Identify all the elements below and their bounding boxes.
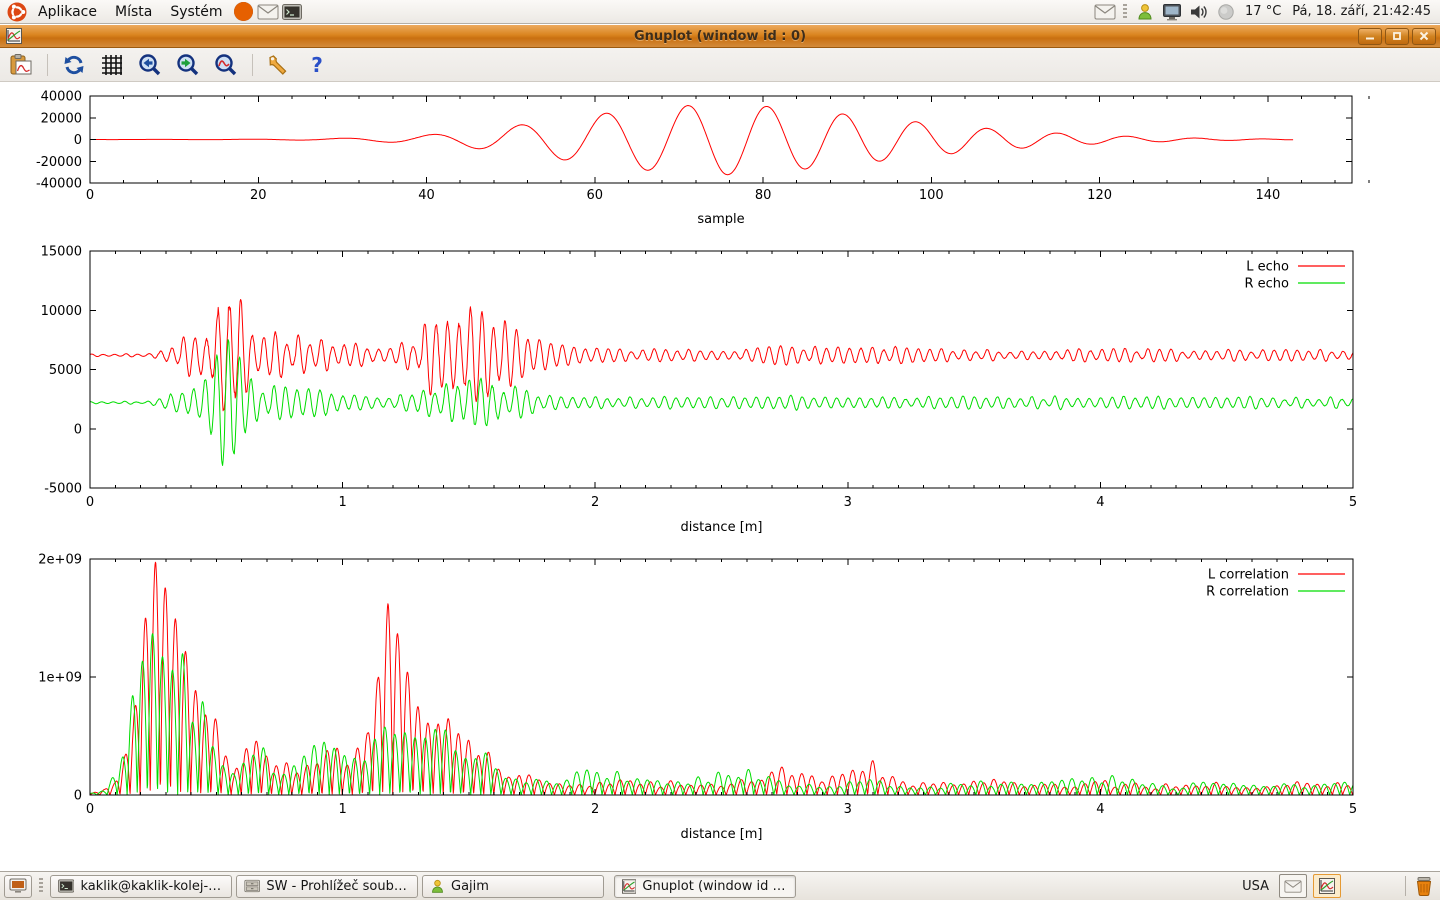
svg-text:40: 40	[418, 188, 435, 203]
menu-applications[interactable]: Aplikace	[29, 3, 106, 21]
display-indicator-icon[interactable]	[1161, 1, 1183, 23]
svg-text:?: ?	[311, 53, 323, 77]
task-terminal[interactable]: kaklik@kaklik-kolej-u...	[50, 875, 232, 898]
svg-text:L correlation: L correlation	[1208, 568, 1289, 583]
svg-text:0: 0	[74, 422, 82, 437]
taskbar: kaklik@kaklik-kolej-u... SW - Prohlížeč …	[0, 871, 1440, 900]
applet-handle[interactable]	[1123, 4, 1127, 20]
svg-text:L echo: L echo	[1246, 260, 1289, 275]
gajim-icon	[430, 879, 445, 894]
task-label: kaklik@kaklik-kolej-u...	[80, 879, 224, 894]
svg-text:10000: 10000	[41, 304, 82, 319]
svg-text:0: 0	[74, 789, 82, 804]
svg-text:0: 0	[86, 188, 94, 203]
tasklist-handle[interactable]	[39, 878, 43, 894]
svg-text:4: 4	[1096, 802, 1104, 817]
svg-text:0: 0	[74, 133, 82, 148]
window-title: Gnuplot (window id : 0)	[0, 29, 1440, 44]
task-gajim[interactable]: Gajim	[422, 875, 604, 898]
svg-text:distance [m]: distance [m]	[680, 827, 762, 842]
weather-indicator-icon[interactable]	[1215, 1, 1237, 23]
close-button[interactable]	[1412, 28, 1436, 45]
svg-text:R echo: R echo	[1244, 277, 1289, 292]
window-titlebar[interactable]: Gnuplot (window id : 0)	[0, 25, 1440, 48]
file-manager-icon	[244, 879, 260, 893]
terminal-icon	[58, 879, 74, 893]
svg-text:4: 4	[1096, 495, 1104, 510]
svg-text:140: 140	[1255, 188, 1280, 203]
toolbar-separator	[252, 54, 253, 76]
svg-text:R correlation: R correlation	[1206, 585, 1289, 600]
svg-text:1e+09: 1e+09	[38, 671, 82, 686]
zoom-next-button[interactable]	[175, 52, 201, 78]
task-label: Gnuplot (window id : 0)	[642, 879, 788, 894]
svg-text:-20000: -20000	[36, 155, 82, 170]
trash-applet-icon[interactable]	[1413, 875, 1435, 897]
mail-tray-icon[interactable]	[1279, 874, 1307, 898]
help-button[interactable]: ?	[304, 52, 330, 78]
svg-text:3: 3	[844, 802, 852, 817]
svg-text:1: 1	[338, 802, 346, 817]
grid-toggle-button[interactable]	[99, 52, 125, 78]
svg-text:2e+09: 2e+09	[38, 553, 82, 568]
maximize-button[interactable]	[1385, 28, 1409, 45]
unzoom-button[interactable]	[213, 52, 239, 78]
mail-launcher-icon[interactable]	[257, 1, 279, 23]
gnuplot-tray-icon[interactable]	[1313, 874, 1341, 898]
svg-text:20000: 20000	[41, 111, 82, 126]
svg-text:0: 0	[86, 802, 94, 817]
svg-text:distance [m]: distance [m]	[680, 520, 762, 535]
svg-text:1: 1	[338, 495, 346, 510]
plots-svg[interactable]: 020406080100120140-40000-200000200004000…	[0, 82, 1440, 871]
svg-text:5: 5	[1349, 802, 1357, 817]
task-file-browser[interactable]: SW - Prohlížeč souborů	[236, 875, 418, 898]
refresh-button[interactable]	[61, 52, 87, 78]
svg-text:2: 2	[591, 802, 599, 817]
menu-system[interactable]: Systém	[161, 3, 231, 21]
show-desktop-button[interactable]	[4, 875, 32, 898]
svg-text:-5000: -5000	[44, 482, 82, 497]
firefox-launcher-icon[interactable]	[233, 1, 255, 23]
svg-text:80: 80	[755, 188, 772, 203]
terminal-launcher-icon[interactable]	[281, 1, 303, 23]
task-gnuplot[interactable]: Gnuplot (window id : 0)	[614, 875, 796, 898]
gnuplot-canvas[interactable]: 020406080100120140-40000-200000200004000…	[0, 82, 1440, 872]
svg-text:60: 60	[587, 188, 604, 203]
svg-text:-40000: -40000	[36, 177, 82, 192]
svg-text:5: 5	[1349, 495, 1357, 510]
keyboard-layout-indicator[interactable]: USA	[1238, 879, 1273, 894]
svg-text:15000: 15000	[41, 245, 82, 260]
temperature-indicator[interactable]: 17 °C	[1241, 4, 1285, 19]
svg-text:5000: 5000	[49, 363, 82, 378]
minimize-button[interactable]	[1358, 28, 1382, 45]
svg-text:0: 0	[86, 495, 94, 510]
svg-text:40000: 40000	[41, 90, 82, 105]
taskbar-separator	[1405, 876, 1406, 896]
toolbar-separator	[47, 54, 48, 76]
settings-wrench-button[interactable]	[266, 52, 292, 78]
clock-applet[interactable]: Pá, 18. září, 21:42:45	[1288, 4, 1435, 19]
copy-plot-button[interactable]	[8, 52, 34, 78]
gnuplot-toolbar: ?	[0, 48, 1440, 82]
svg-text:3: 3	[844, 495, 852, 510]
gajim-status-icon[interactable]	[1134, 1, 1156, 23]
svg-text:120: 120	[1087, 188, 1112, 203]
svg-text:100: 100	[919, 188, 944, 203]
zoom-previous-button[interactable]	[137, 52, 163, 78]
task-label: SW - Prohlížeč souborů	[266, 879, 410, 894]
volume-indicator-icon[interactable]	[1188, 1, 1210, 23]
gnuplot-icon	[622, 879, 636, 894]
svg-text:20: 20	[250, 188, 267, 203]
menu-places[interactable]: Místa	[106, 3, 161, 21]
top-panel: Aplikace Místa Systém	[0, 0, 1440, 24]
svg-text:2: 2	[591, 495, 599, 510]
ubuntu-menu-icon[interactable]	[6, 1, 28, 23]
task-label: Gajim	[451, 879, 489, 894]
svg-text:sample: sample	[697, 212, 744, 227]
mail-indicator-icon[interactable]	[1094, 1, 1116, 23]
